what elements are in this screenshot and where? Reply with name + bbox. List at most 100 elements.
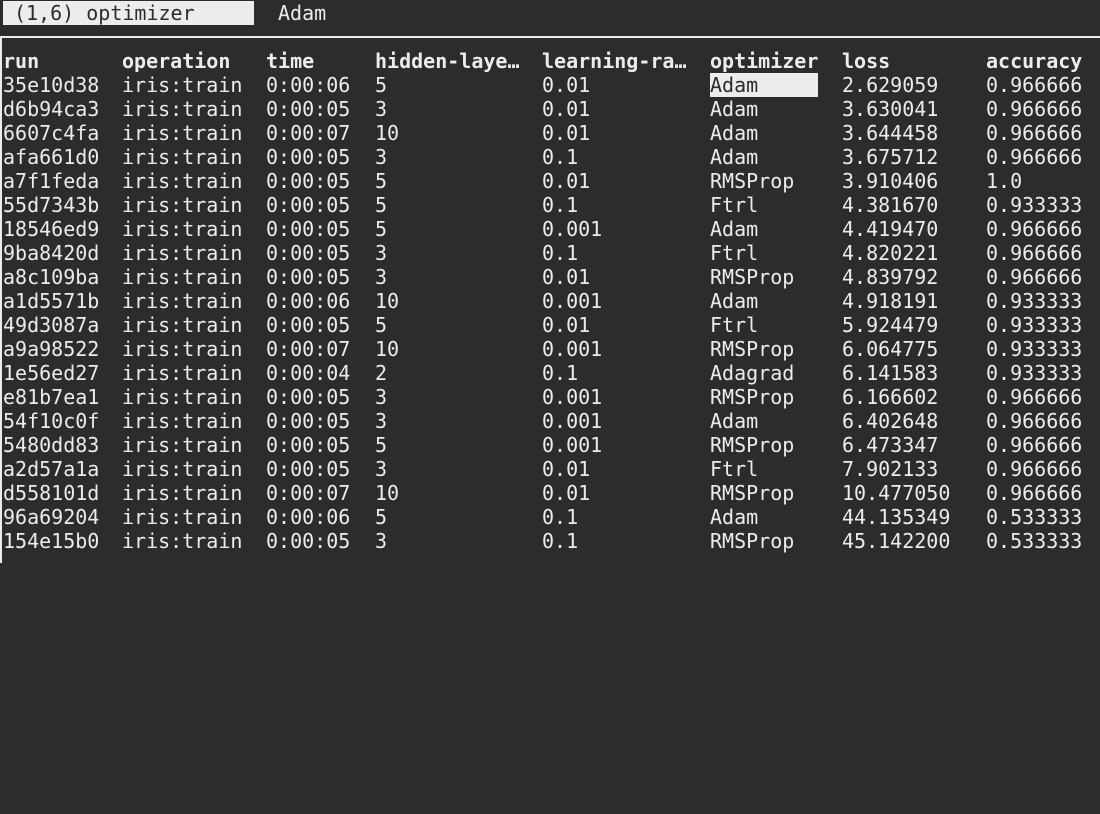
run-id-cell[interactable]: afa661d0	[3, 145, 99, 169]
accuracy-cell[interactable]: 1.0	[986, 169, 1022, 193]
learning-rate-cell[interactable]: 0.001	[542, 217, 602, 241]
optimizer-cell[interactable]: Adagrad	[710, 361, 794, 385]
table-row[interactable]: 96a69204 iris:train 0:00:06 5 0.1 Adam 44.1353…	[0, 505, 1100, 529]
accuracy-cell[interactable]: 0.966666	[986, 433, 1082, 457]
loss-cell[interactable]: 3.910406	[842, 169, 938, 193]
table-row[interactable]: a1d5571b iris:train 0:00:06 10 0.001 Adam 4.91…	[0, 289, 1100, 313]
learning-rate-cell[interactable]: 0.1	[542, 193, 578, 217]
optimizer-cell[interactable]: Ftrl	[710, 241, 758, 265]
time-cell[interactable]: 0:00:07	[266, 337, 350, 361]
table-row[interactable]: 55d7343b iris:train 0:00:05 5 0.1 Ftrl 4.38167…	[0, 193, 1100, 217]
operation-cell[interactable]: iris:train	[122, 265, 242, 289]
run-id-cell[interactable]: d558101d	[3, 481, 99, 505]
loss-cell[interactable]: 6.064775	[842, 337, 938, 361]
time-cell[interactable]: 0:00:04	[266, 361, 350, 385]
optimizer-cell[interactable]: Adam	[710, 217, 758, 241]
column-header-loss[interactable]: loss	[842, 49, 890, 73]
operation-cell[interactable]: iris:train	[122, 529, 242, 553]
table-row[interactable]: 54f10c0f iris:train 0:00:05 3 0.001 Adam 6.402…	[0, 409, 1100, 433]
optimizer-cell[interactable]: RMSProp	[710, 433, 794, 457]
operation-cell[interactable]: iris:train	[122, 481, 242, 505]
hidden-layers-cell[interactable]: 10	[375, 289, 399, 313]
selected-cell[interactable]: Adam	[710, 73, 818, 97]
time-cell[interactable]: 0:00:05	[266, 385, 350, 409]
hidden-layers-cell[interactable]: 3	[375, 145, 387, 169]
time-cell[interactable]: 0:00:05	[266, 169, 350, 193]
table-row[interactable]: 35e10d38 iris:train 0:00:06 5 0.01 Adam 2.6290…	[0, 73, 1100, 97]
run-id-cell[interactable]: a2d57a1a	[3, 457, 99, 481]
learning-rate-cell[interactable]: 0.01	[542, 313, 590, 337]
column-header-operation[interactable]: operation	[122, 49, 230, 73]
accuracy-cell[interactable]: 0.933333	[986, 337, 1082, 361]
optimizer-cell[interactable]: RMSProp	[710, 529, 794, 553]
column-header-accuracy[interactable]: accuracy	[986, 49, 1082, 73]
loss-cell[interactable]: 4.381670	[842, 193, 938, 217]
time-cell[interactable]: 0:00:05	[266, 97, 350, 121]
time-cell[interactable]: 0:00:06	[266, 73, 350, 97]
hidden-layers-cell[interactable]: 10	[375, 337, 399, 361]
run-id-cell[interactable]: 18546ed9	[3, 217, 99, 241]
operation-cell[interactable]: iris:train	[122, 241, 242, 265]
accuracy-cell[interactable]: 0.933333	[986, 313, 1082, 337]
accuracy-cell[interactable]: 0.966666	[986, 385, 1082, 409]
table-row[interactable]: a7f1feda iris:train 0:00:05 5 0.01 RMSProp 3.9…	[0, 169, 1100, 193]
operation-cell[interactable]: iris:train	[122, 409, 242, 433]
learning-rate-cell[interactable]: 0.01	[542, 97, 590, 121]
learning-rate-cell[interactable]: 0.01	[542, 265, 590, 289]
optimizer-cell[interactable]: RMSProp	[710, 169, 794, 193]
hidden-layers-cell[interactable]: 5	[375, 217, 387, 241]
accuracy-cell[interactable]: 0.966666	[986, 409, 1082, 433]
learning-rate-cell[interactable]: 0.01	[542, 457, 590, 481]
table-row[interactable]: afa661d0 iris:train 0:00:05 3 0.1 Adam 3.67571…	[0, 145, 1100, 169]
loss-cell[interactable]: 2.629059	[842, 73, 938, 97]
hidden-layers-cell[interactable]: 3	[375, 409, 387, 433]
run-id-cell[interactable]: 96a69204	[3, 505, 99, 529]
hidden-layers-cell[interactable]: 5	[375, 313, 387, 337]
learning-rate-cell[interactable]: 0.001	[542, 433, 602, 457]
loss-cell[interactable]: 3.675712	[842, 145, 938, 169]
accuracy-cell[interactable]: 0.966666	[986, 241, 1082, 265]
run-id-cell[interactable]: 1e56ed27	[3, 361, 99, 385]
learning-rate-cell[interactable]: 0.1	[542, 145, 578, 169]
operation-cell[interactable]: iris:train	[122, 505, 242, 529]
accuracy-cell[interactable]: 0.933333	[986, 289, 1082, 313]
learning-rate-cell[interactable]: 0.001	[542, 385, 602, 409]
time-cell[interactable]: 0:00:05	[266, 529, 350, 553]
operation-cell[interactable]: iris:train	[122, 433, 242, 457]
run-id-cell[interactable]: 54f10c0f	[3, 409, 99, 433]
time-cell[interactable]: 0:00:05	[266, 145, 350, 169]
run-id-cell[interactable]: 9ba8420d	[3, 241, 99, 265]
loss-cell[interactable]: 45.142200	[842, 529, 950, 553]
time-cell[interactable]: 0:00:05	[266, 433, 350, 457]
run-id-cell[interactable]: a1d5571b	[3, 289, 99, 313]
column-header-run[interactable]: run	[3, 49, 39, 73]
optimizer-cell[interactable]: RMSProp	[710, 385, 794, 409]
operation-cell[interactable]: iris:train	[122, 361, 242, 385]
run-id-cell[interactable]: 55d7343b	[3, 193, 99, 217]
loss-cell[interactable]: 6.473347	[842, 433, 938, 457]
time-cell[interactable]: 0:00:05	[266, 313, 350, 337]
accuracy-cell[interactable]: 0.533333	[986, 529, 1082, 553]
hidden-layers-cell[interactable]: 5	[375, 433, 387, 457]
table-row[interactable]: e81b7ea1 iris:train 0:00:05 3 0.001 RMSProp 6.…	[0, 385, 1100, 409]
hidden-layers-cell[interactable]: 3	[375, 97, 387, 121]
learning-rate-cell[interactable]: 0.001	[542, 337, 602, 361]
time-cell[interactable]: 0:00:06	[266, 505, 350, 529]
time-cell[interactable]: 0:00:05	[266, 409, 350, 433]
accuracy-cell[interactable]: 0.966666	[986, 97, 1082, 121]
loss-cell[interactable]: 3.644458	[842, 121, 938, 145]
optimizer-cell[interactable]: Ftrl	[710, 193, 758, 217]
column-header-time[interactable]: time	[266, 49, 314, 73]
hidden-layers-cell[interactable]: 3	[375, 529, 387, 553]
optimizer-cell[interactable]: RMSProp	[710, 265, 794, 289]
table-row[interactable]: 5480dd83 iris:train 0:00:05 5 0.001 RMSProp 6.…	[0, 433, 1100, 457]
table-row[interactable]: d6b94ca3 iris:train 0:00:05 3 0.01 Adam 3.6300…	[0, 97, 1100, 121]
time-cell[interactable]: 0:00:05	[266, 217, 350, 241]
column-header-optimizer[interactable]: optimizer	[710, 49, 818, 73]
accuracy-cell[interactable]: 0.933333	[986, 361, 1082, 385]
hidden-layers-cell[interactable]: 3	[375, 457, 387, 481]
optimizer-cell[interactable]: Adam	[710, 289, 758, 313]
run-id-cell[interactable]: 154e15b0	[3, 529, 99, 553]
loss-cell[interactable]: 6.166602	[842, 385, 938, 409]
loss-cell[interactable]: 6.141583	[842, 361, 938, 385]
